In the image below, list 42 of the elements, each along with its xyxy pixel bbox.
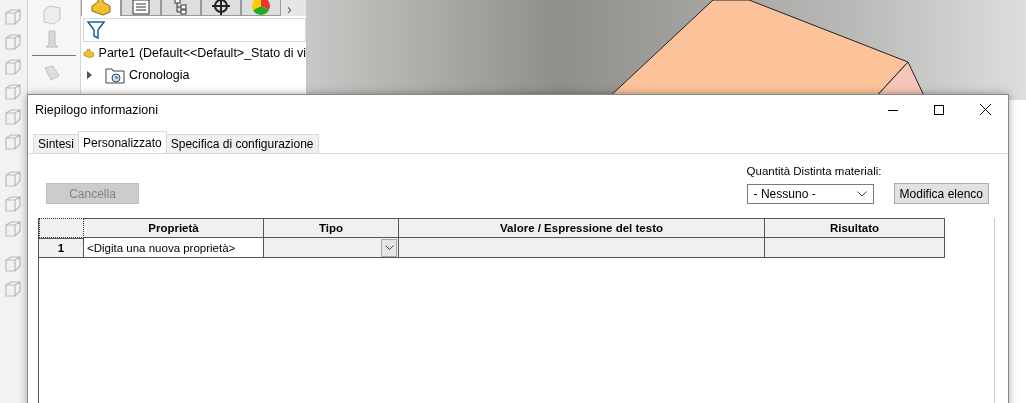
panel-tab[interactable] [161, 0, 201, 16]
cube-icon[interactable] [41, 4, 63, 26]
tree-item-label[interactable]: Parte1 (Default<<Default>_Stato di vi [98, 46, 306, 60]
part-icon [90, 0, 112, 16]
column-header[interactable]: Tipo [264, 218, 399, 238]
type-cell[interactable] [264, 238, 399, 258]
column-header[interactable]: Risultato [765, 218, 945, 238]
column-header[interactable]: Valore / Espressione del testo [399, 218, 765, 238]
maximize-icon[interactable] [934, 104, 944, 115]
cube-icon[interactable] [4, 280, 22, 298]
cube-icon[interactable] [4, 33, 22, 51]
cube-icon[interactable] [4, 8, 22, 26]
chevron-down-icon [384, 245, 394, 250]
bom-quantity-label: Quantità Distinta materiali: [746, 165, 883, 177]
property-cell[interactable]: <Digita una nuova proprietà> [84, 238, 264, 258]
tab[interactable]: Specifica di configurazione [165, 134, 319, 153]
cube-icon[interactable] [4, 108, 22, 126]
cube-icon[interactable] [4, 170, 22, 188]
chevron-down-icon [856, 190, 867, 197]
more-tabs-arrow[interactable]: › [281, 2, 292, 16]
cube-icon[interactable] [4, 133, 22, 151]
filter-icon [87, 20, 105, 40]
cube-icon[interactable] [4, 195, 22, 213]
window-title: Riepilogo informazioni [35, 102, 158, 117]
cube-icon[interactable] [4, 220, 22, 238]
bom-quantity-dropdown[interactable]: - Nessuno - [746, 183, 874, 204]
crosshair-icon [212, 0, 230, 15]
dropdown-arrow-button[interactable] [381, 238, 397, 257]
cube-icon[interactable] [4, 83, 22, 101]
column-header[interactable]: Proprietà [84, 218, 264, 238]
corner-cell[interactable] [39, 218, 84, 238]
color-wheel-icon [252, 0, 270, 15]
cube-icon[interactable] [4, 58, 22, 76]
close-icon[interactable] [979, 104, 991, 115]
cube-icon[interactable] [4, 255, 22, 273]
tree-item-label[interactable]: Cronologia [129, 68, 190, 82]
edit-list-button[interactable]: Modifica elenco [893, 183, 989, 204]
folder-clock-icon [105, 66, 125, 84]
tab[interactable]: Sintesi [33, 134, 80, 153]
row-number: 1 [39, 238, 84, 258]
panel-tab[interactable] [201, 0, 241, 16]
value-cell[interactable] [399, 238, 765, 258]
